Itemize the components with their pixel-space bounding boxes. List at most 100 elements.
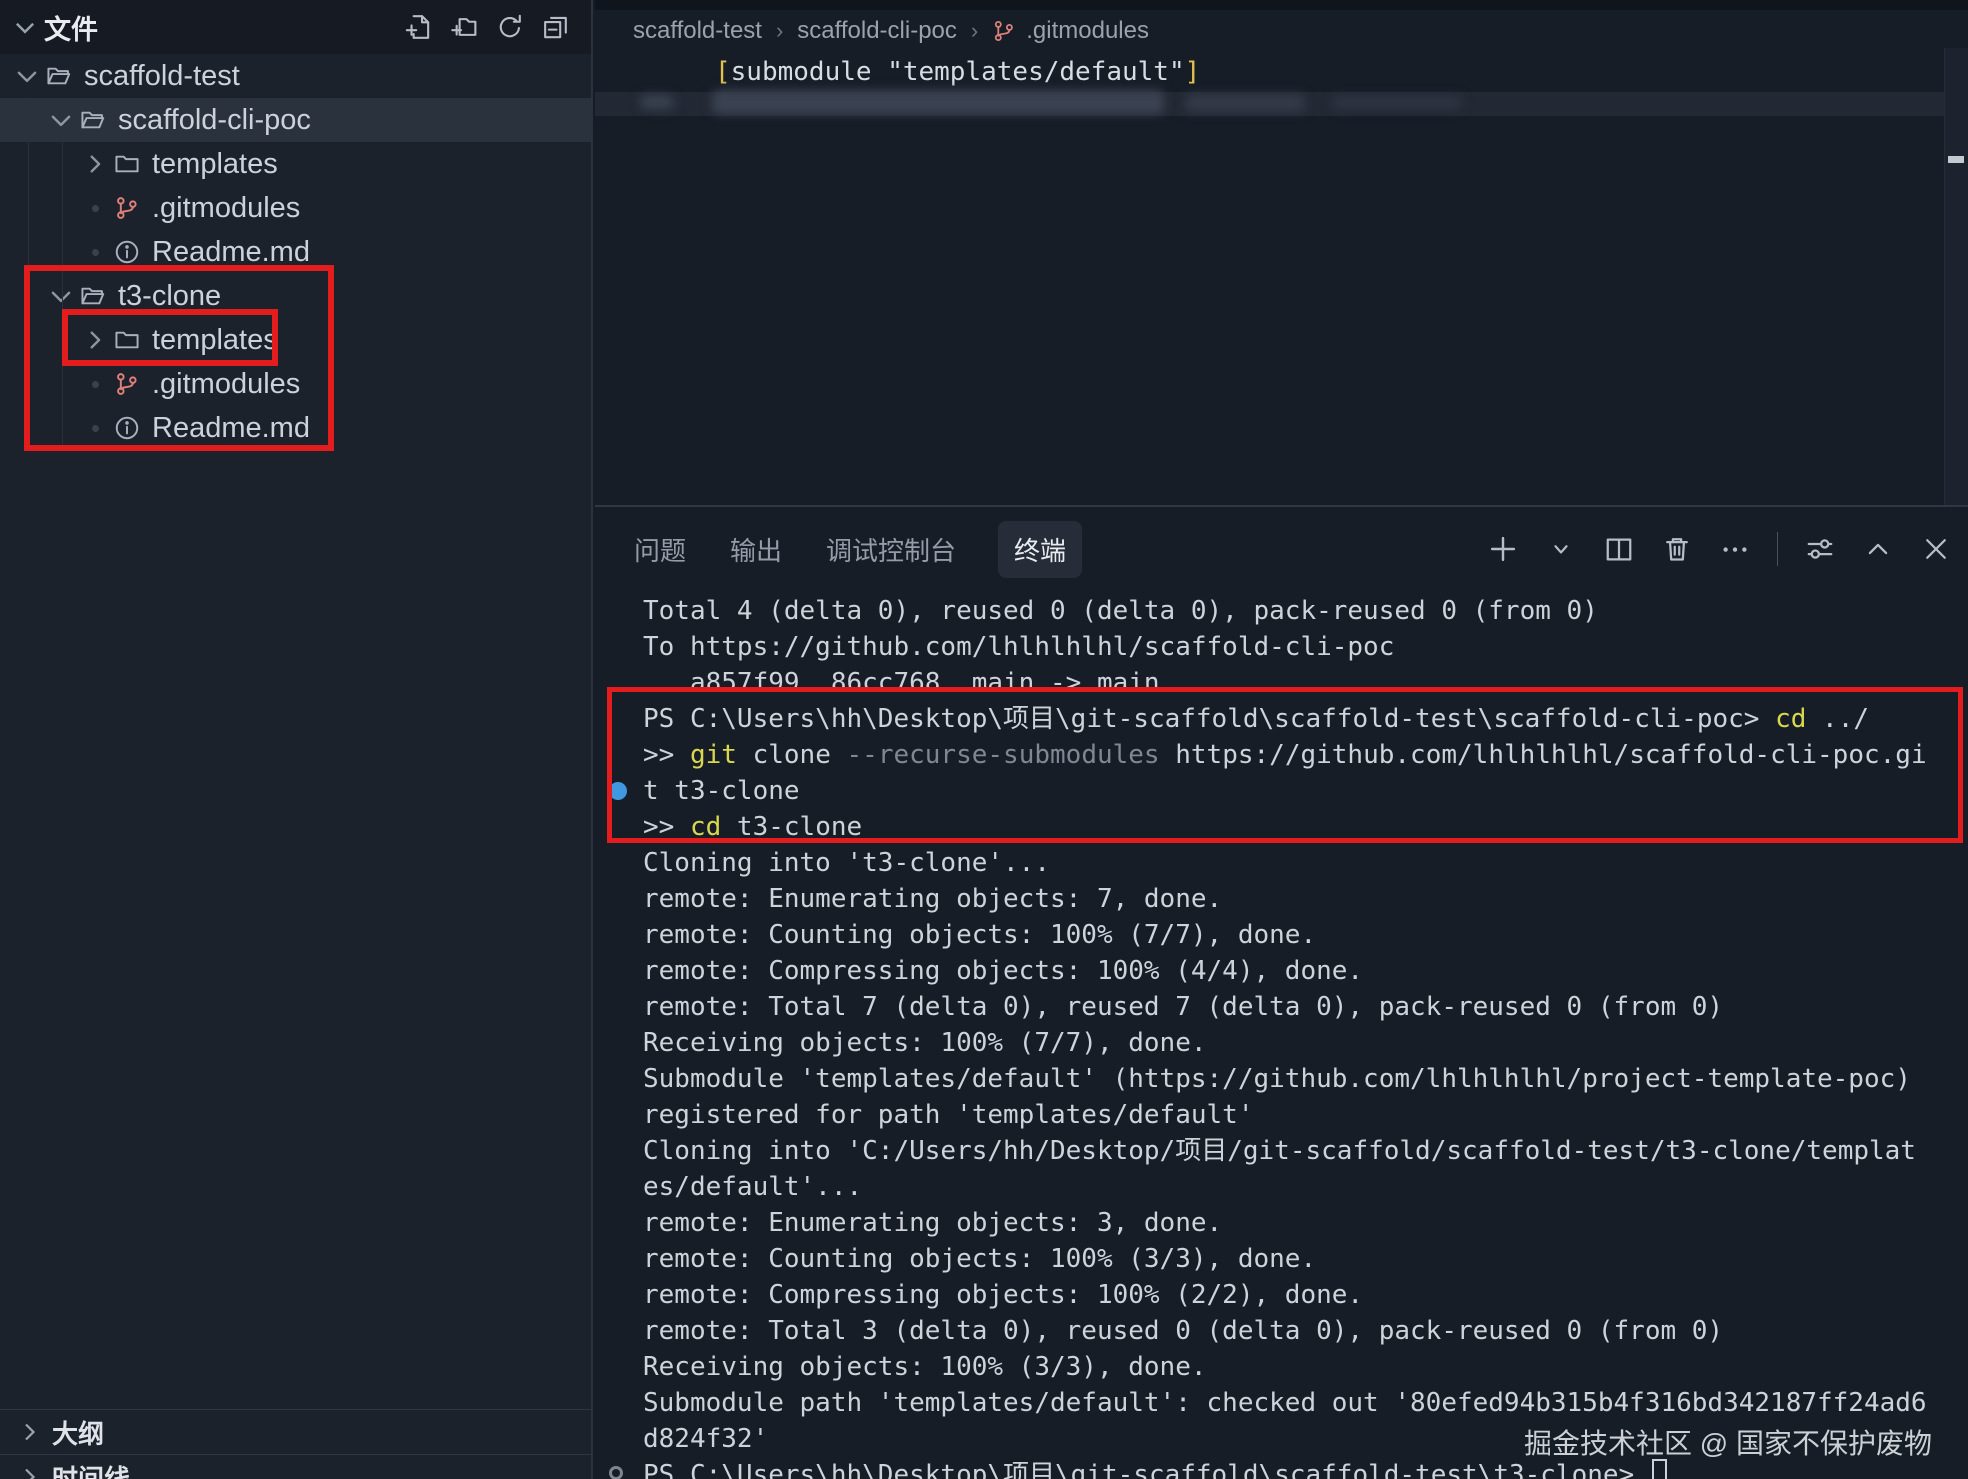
- chevron-down-icon: [46, 105, 76, 135]
- terminal-line: remote: Enumerating objects: 3, done.: [643, 1205, 1968, 1241]
- tree-item-label: templates: [152, 148, 278, 181]
- folder-open-icon: [78, 105, 108, 135]
- tree-item-templates[interactable]: templates: [0, 142, 591, 186]
- breadcrumb-separator: ›: [776, 18, 783, 44]
- split-button[interactable]: [1603, 533, 1635, 565]
- outline-label: 大纲: [52, 1414, 104, 1451]
- panel-tab-调试控制台[interactable]: 调试控制台: [824, 521, 958, 578]
- terminal-text: Receiving objects: 100% (3/3), done.: [643, 1352, 1207, 1382]
- folder-open-icon: [44, 61, 74, 91]
- terminal-line: Cloning into 't3-clone'...: [643, 845, 1968, 881]
- breadcrumb-item[interactable]: .gitmodules: [1026, 17, 1149, 45]
- censored-content: [640, 95, 674, 109]
- tree-item-label: Readme.md: [152, 412, 310, 445]
- plus-icon: [1488, 534, 1518, 564]
- close-button[interactable]: [1920, 533, 1952, 565]
- censored-content: [1332, 96, 1462, 109]
- modified-dot: [80, 381, 110, 388]
- censored-content: [1185, 94, 1305, 112]
- terminal-text: remote: Total 3 (delta 0), reused 0 (del…: [643, 1316, 1723, 1346]
- terminal-text: >>: [643, 740, 690, 770]
- git-branch-icon: [992, 19, 1016, 43]
- sidebar-section-timeline[interactable]: 时间线: [0, 1454, 591, 1479]
- code-body: submodule "templates/default": [731, 57, 1185, 87]
- terminal-text: cd: [1775, 704, 1806, 734]
- tree-item-t3-clone[interactable]: t3-clone: [0, 274, 591, 318]
- tree-item-label: templates: [152, 324, 278, 357]
- command-running-dot: [609, 782, 627, 800]
- panel-tab-输出[interactable]: 输出: [728, 521, 784, 578]
- terminal-line: To https://github.com/lhlhlhlhl/scaffold…: [643, 629, 1968, 665]
- terminal-line: remote: Counting objects: 100% (3/3), do…: [643, 1241, 1968, 1277]
- sidebar-section-outline[interactable]: 大纲: [0, 1409, 591, 1454]
- tree-item--gitmodules[interactable]: .gitmodules: [0, 186, 591, 230]
- terminal-line: >> cd t3-clone: [643, 809, 1968, 845]
- tune-button[interactable]: [1804, 533, 1836, 565]
- new-file-button[interactable]: [401, 10, 435, 44]
- terminal-text: Submodule path 'templates/default': chec…: [643, 1388, 1927, 1418]
- vscode-window: 文件 scaffold-testscaffold-cli-poctemplate…: [0, 0, 1968, 1479]
- refresh-button[interactable]: [493, 10, 527, 44]
- chevron-right-icon: [16, 1419, 42, 1445]
- chevron-up-icon: [1865, 536, 1891, 562]
- terminal-line: Submodule path 'templates/default': chec…: [643, 1385, 1968, 1421]
- editor-group: scaffold-test›scaffold-cli-poc›.gitmodul…: [595, 0, 1968, 1479]
- chevron-down-icon: [46, 281, 76, 311]
- timeline-label: 时间线: [52, 1459, 130, 1479]
- tree-item-scaffold-cli-poc[interactable]: scaffold-cli-poc: [0, 98, 591, 142]
- chevron-down-icon[interactable]: [12, 14, 38, 40]
- ellipsis-icon: [1720, 534, 1750, 564]
- breadcrumb-item[interactable]: scaffold-test: [633, 17, 762, 45]
- tree-item-scaffold-test[interactable]: scaffold-test: [0, 54, 591, 98]
- info-icon: [112, 237, 142, 267]
- indent-guide: [62, 142, 63, 450]
- panel-tab-问题[interactable]: 问题: [632, 521, 688, 578]
- terminal-line: remote: Counting objects: 100% (7/7), do…: [643, 917, 1968, 953]
- terminal-text: Cloning into 't3-clone'...: [643, 848, 1050, 878]
- file-tree: scaffold-test scaffold-cli-poc templates .g…: [0, 54, 591, 450]
- terminal-line: Receiving objects: 100% (7/7), done.: [643, 1025, 1968, 1061]
- terminal-text: clone: [737, 740, 847, 770]
- minimap-scrollbar[interactable]: [1944, 48, 1968, 505]
- git-branch-icon: [112, 193, 142, 223]
- terminal-text: cd: [690, 812, 721, 842]
- ellipsis-button[interactable]: [1719, 533, 1751, 565]
- censored-line: [595, 92, 1944, 116]
- terminal-text: Submodule 'templates/default' (https://g…: [643, 1064, 1911, 1094]
- breadcrumb-item[interactable]: scaffold-cli-poc: [797, 17, 957, 45]
- breadcrumb: scaffold-test›scaffold-cli-poc›.gitmodul…: [595, 10, 1968, 52]
- terminal-line: Cloning into 'C:/Users/hh/Desktop/项目/git…: [643, 1133, 1968, 1169]
- new-folder-button[interactable]: [447, 10, 481, 44]
- git-branch-icon: [112, 369, 142, 399]
- panel-tab-终端[interactable]: 终端: [998, 521, 1082, 578]
- terminal-text: t t3-clone: [643, 776, 800, 806]
- chevron-right-icon: [16, 1464, 42, 1479]
- editor-pane[interactable]: scaffold-test›scaffold-cli-poc›.gitmodul…: [595, 0, 1968, 505]
- tree-item--gitmodules[interactable]: .gitmodules: [0, 362, 591, 406]
- terminal-line: PS C:\Users\hh\Desktop\项目\git-scaffold\s…: [643, 701, 1968, 737]
- plus-button[interactable]: [1487, 533, 1519, 565]
- collapse-all-button[interactable]: [539, 10, 573, 44]
- terminal-text: remote: Enumerating objects: 7, done.: [643, 884, 1222, 914]
- terminal-line: remote: Enumerating objects: 7, done.: [643, 881, 1968, 917]
- terminal-text: PS C:\Users\hh\Desktop\项目\git-scaffold\s…: [643, 704, 1775, 734]
- terminal[interactable]: Total 4 (delta 0), reused 0 (delta 0), p…: [595, 591, 1968, 1479]
- terminal-text: To https://github.com/lhlhlhlhl/scaffold…: [643, 632, 1394, 662]
- chevron-down-small-button[interactable]: [1545, 533, 1577, 565]
- chevron-up-button[interactable]: [1862, 533, 1894, 565]
- code-bracket-open: [: [715, 57, 731, 87]
- tree-item-templates[interactable]: templates: [0, 318, 591, 362]
- tree-item-readme-md[interactable]: Readme.md: [0, 406, 591, 450]
- panel-tab-bar: 问题输出调试控制台终端: [595, 507, 1968, 591]
- terminal-text: t3-clone: [721, 812, 862, 842]
- terminal-text: Total 4 (delta 0), reused 0 (delta 0), p…: [643, 596, 1598, 626]
- trash-button[interactable]: [1661, 533, 1693, 565]
- tree-item-label: scaffold-cli-poc: [118, 104, 311, 137]
- watermark: 掘金技术社区 @ 国家不保护废物: [1524, 1422, 1932, 1462]
- minimap-slider[interactable]: [1948, 156, 1964, 163]
- terminal-line: remote: Total 3 (delta 0), reused 0 (del…: [643, 1313, 1968, 1349]
- terminal-line: a857f99..86cc768 main -> main: [643, 665, 1968, 701]
- chevron-right-icon: [80, 149, 110, 179]
- tree-item-readme-md[interactable]: Readme.md: [0, 230, 591, 274]
- explorer-sidebar: 文件 scaffold-testscaffold-cli-poctemplate…: [0, 0, 593, 1479]
